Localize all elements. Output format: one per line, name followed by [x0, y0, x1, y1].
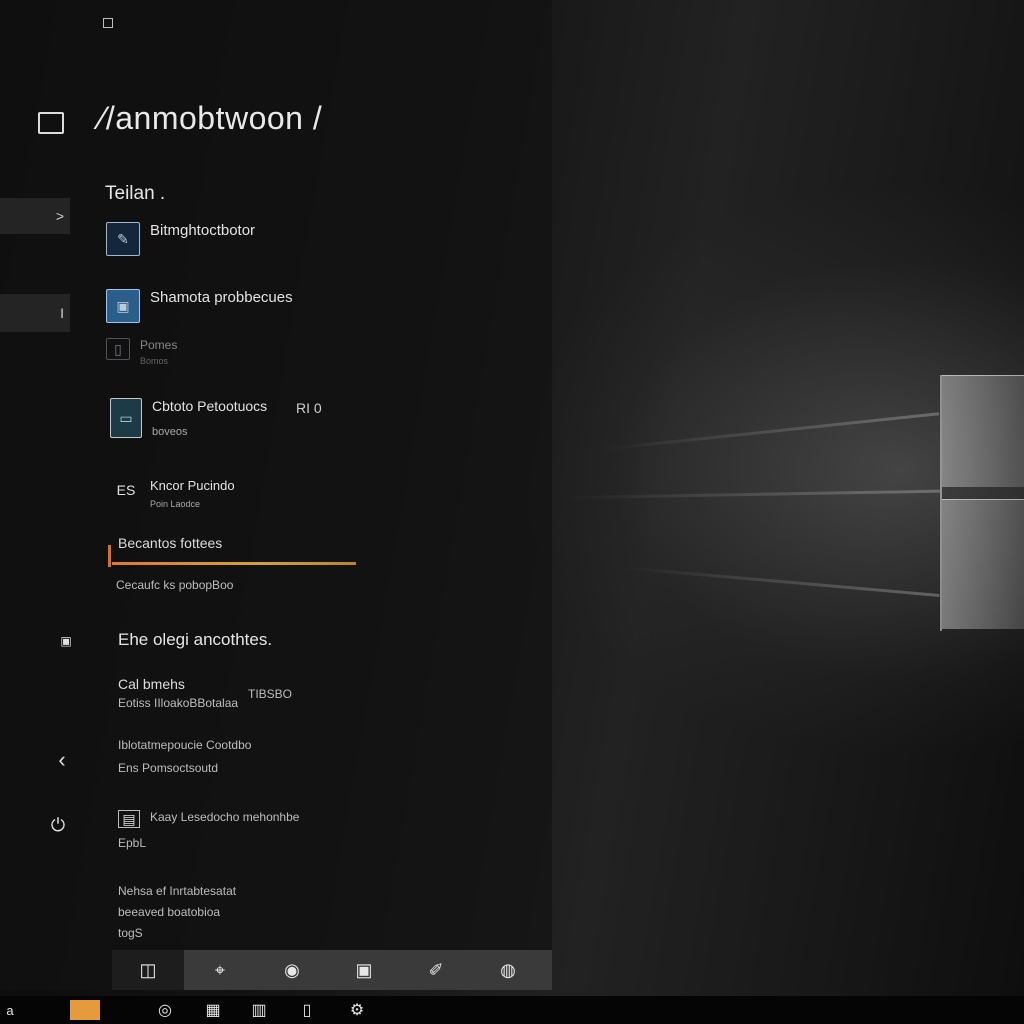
item-title: Pomes: [140, 338, 178, 352]
text-icon: ES: [116, 482, 136, 498]
window-icon: [103, 18, 113, 28]
list-item[interactable]: ▣ Shamota probbecues: [106, 289, 293, 323]
item-title: Kncor Pucindo: [150, 478, 235, 493]
list-item[interactable]: ▭ Cbtoto Petootuocs boveos: [110, 398, 267, 438]
item-title: Shamota probbecues: [150, 289, 293, 306]
item-title: Bitmghtoctbotor: [150, 222, 256, 239]
item-subtitle: boveos: [152, 426, 188, 438]
monitor-icon[interactable]: ▣: [328, 950, 400, 990]
display-icon: ▭: [110, 398, 142, 438]
item-subtitle: Bomos: [140, 356, 169, 366]
light-beam: [600, 412, 940, 451]
list-item[interactable]: ▯ Pomes Bomos: [106, 338, 177, 366]
camera-icon[interactable]: ◉: [256, 950, 328, 990]
tablet-icon[interactable]: ▯: [282, 996, 332, 1024]
row-subtitle: Ens Pomsoctsoutd: [118, 761, 219, 775]
start-button[interactable]: [70, 1000, 100, 1020]
taskbar: a ◎ ▦ ▥ ▯ ⚙: [0, 996, 1024, 1024]
selection-indicator: [108, 545, 111, 567]
file-icon: ▤: [118, 810, 140, 828]
rail-pin-button[interactable]: I: [0, 294, 70, 332]
taskbar-label: a: [6, 1002, 14, 1018]
row-subtitle: Eotiss IIloakoBBotalaa: [118, 696, 239, 710]
chevron-left-icon[interactable]: ‹: [50, 745, 74, 775]
row-extra: togS: [118, 926, 143, 940]
square-icon: ▣: [60, 634, 72, 648]
power-icon[interactable]: ⏻: [46, 810, 70, 840]
globe-icon[interactable]: ◍: [472, 950, 544, 990]
row-title[interactable]: Kaay Lesedocho mehonhbe: [150, 810, 299, 824]
page-title: ⁄/anmobtwoon /: [100, 100, 323, 136]
row-subtitle: beeaved boatobioa: [118, 905, 221, 919]
pin-icon[interactable]: ⌖: [184, 950, 256, 990]
row-value: TIBSBO: [248, 687, 293, 701]
highlight-subtitle: Cecaufc ks pobopBoo: [116, 578, 234, 592]
settings-icon[interactable]: ⚙: [332, 996, 382, 1024]
item-subtitle: Poin Laodce: [150, 499, 201, 509]
chrome-icon[interactable]: ◎: [140, 996, 190, 1024]
light-beam: [620, 566, 940, 597]
quick-launch-strip: ◫ ⌖ ◉ ▣ ✐ ◍: [112, 950, 552, 990]
app-tile-icon[interactable]: ◫: [112, 950, 184, 990]
section-heading: Teilan .: [105, 183, 166, 204]
list-item[interactable]: ✎ Bitmghtoctbotor: [106, 222, 255, 256]
rail-expand-button[interactable]: >: [0, 198, 70, 234]
app-title-icon: [38, 112, 64, 134]
row-subtitle: EpbL: [118, 836, 147, 850]
row-title[interactable]: Iblotatmepoucie Cootdbo: [118, 738, 251, 752]
pen-tool-icon[interactable]: ✐: [400, 950, 472, 990]
document-icon: ▯: [106, 338, 130, 360]
group-heading: Ehe olegi ancothtes.: [118, 630, 273, 649]
list-item[interactable]: ES Kncor Pucindo Poin Laodce: [112, 478, 235, 509]
start-panel: ⁄/anmobtwoon / > I ‹ ⏻ Teilan . ✎ Bitmgh…: [0, 0, 552, 990]
pen-icon: ✎: [106, 222, 140, 256]
store-icon[interactable]: ▥: [236, 996, 282, 1024]
logo-pane: [942, 375, 1024, 487]
item-value: RI 0: [296, 400, 322, 416]
progress-underline: [112, 562, 356, 565]
highlight-title[interactable]: Becantos fottees: [118, 535, 222, 551]
app-icon: ▣: [106, 289, 140, 323]
row-title[interactable]: Cal bmehs: [118, 676, 185, 692]
logo-pane: [942, 499, 1024, 629]
row-title[interactable]: Nehsa ef Inrtabtesatat: [118, 884, 236, 898]
windows-logo: [940, 375, 1024, 631]
item-title: Cbtoto Petootuocs: [152, 398, 268, 414]
grid-icon[interactable]: ▦: [190, 996, 236, 1024]
light-beam: [560, 489, 940, 500]
